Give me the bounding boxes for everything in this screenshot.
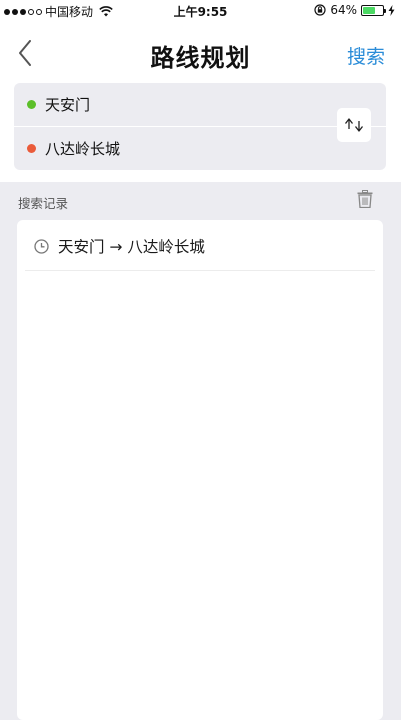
end-dot-icon (27, 144, 36, 153)
page-title: 路线规划 (150, 44, 251, 72)
battery-icon (361, 4, 386, 16)
nav-bar: 路线规划 搜索 (0, 22, 401, 84)
route-card: 天安门 八达岭长城 (14, 83, 386, 170)
swap-arrows-icon (344, 118, 364, 132)
history-item[interactable]: 天安门 → 八达岭长城 (17, 220, 383, 272)
status-bar: 中国移动 上午9:55 64% (0, 0, 401, 22)
top-area: 中国移动 上午9:55 64% 路线规划 搜索 天安门 八达岭长城 (0, 0, 401, 182)
start-dot-icon (27, 100, 36, 109)
battery-percent: 64% (330, 3, 357, 17)
battery-fill (363, 6, 376, 14)
rotation-lock-icon (314, 4, 326, 16)
history-header: 搜索记录 (0, 182, 401, 220)
history-divider (25, 270, 375, 271)
history-title: 搜索记录 (18, 196, 69, 211)
swap-locations-button[interactable] (337, 108, 371, 142)
history-item-text: 天安门 → 八达岭长城 (58, 238, 205, 256)
start-location-label: 天安门 (45, 96, 91, 114)
status-right: 64% (314, 3, 395, 17)
history-list: 天安门 → 八达岭长城 (17, 220, 383, 720)
trash-icon (357, 190, 373, 209)
charging-icon (388, 4, 395, 16)
end-location-field[interactable]: 八达岭长城 (14, 127, 334, 170)
start-location-field[interactable]: 天安门 (14, 83, 334, 126)
search-button[interactable]: 搜索 (347, 42, 385, 69)
clock-icon (34, 238, 49, 254)
end-location-label: 八达岭长城 (45, 140, 121, 158)
clear-history-button[interactable] (357, 190, 373, 209)
